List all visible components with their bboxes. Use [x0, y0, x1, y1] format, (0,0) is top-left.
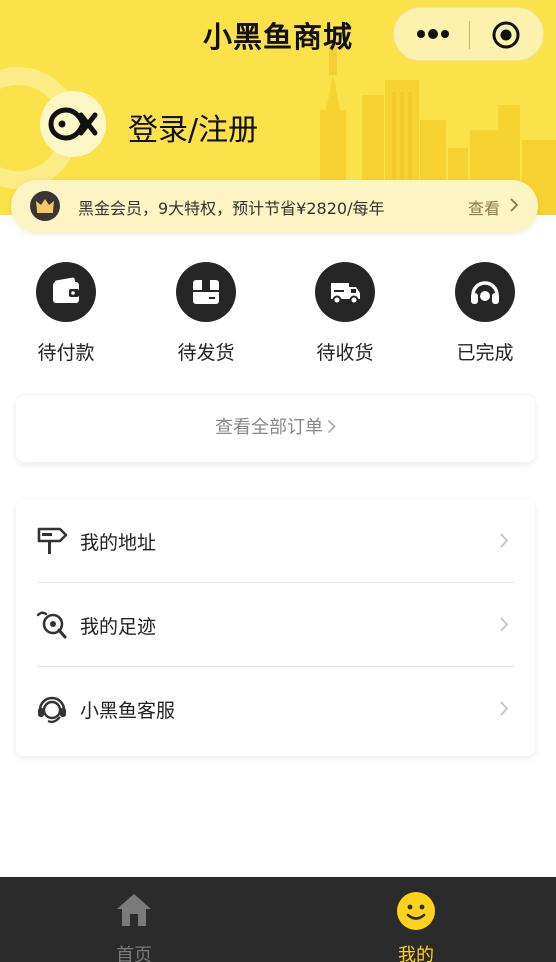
crown-icon [30, 191, 60, 221]
wallet-icon [36, 262, 96, 322]
menu-item-label: 小黑鱼客服 [80, 700, 176, 722]
chevron-right-icon [500, 533, 509, 548]
menu-item-label: 我的地址 [80, 532, 157, 554]
signpost-icon [37, 527, 68, 554]
home-icon [117, 894, 151, 926]
tab-mine[interactable]: 我的 [356, 877, 476, 962]
order-label: 待付款 [37, 342, 95, 364]
chevron-right-icon [500, 617, 509, 632]
fish-logo-icon [48, 107, 98, 141]
bottom-tab-bar: 首页 我的 [0, 877, 556, 962]
delivery-truck-icon [315, 262, 375, 322]
order-pending-shipment[interactable]: 待发货 [161, 262, 251, 365]
menu-item-my-footprints[interactable]: 我的足迹 [16, 583, 535, 667]
capsule-divider [469, 21, 470, 49]
login-register-link[interactable]: 登录/注册 [128, 105, 258, 149]
order-label: 待发货 [177, 342, 235, 364]
tab-home[interactable]: 首页 [74, 877, 194, 962]
order-completed[interactable]: 已完成 [440, 262, 530, 365]
package-icon [176, 262, 236, 322]
more-dots-icon[interactable] [416, 26, 450, 42]
chevron-right-icon [510, 198, 519, 212]
footprint-icon [36, 611, 67, 639]
smiley-icon [397, 892, 435, 930]
avatar[interactable] [40, 91, 106, 157]
chevron-right-icon [500, 701, 509, 716]
support-headset-icon [38, 696, 66, 723]
menu-item-my-address[interactable]: 我的地址 [16, 499, 535, 583]
vip-promo-text: 黑金会员，9大特权，预计节省¥2820/每年 [78, 199, 385, 218]
order-pending-payment[interactable]: 待付款 [21, 262, 111, 365]
order-label: 待收货 [316, 342, 374, 364]
target-circle-icon[interactable] [491, 20, 521, 50]
chevron-right-icon [327, 419, 336, 434]
order-label: 已完成 [456, 342, 514, 364]
order-status-row: 待付款 待发货 待收货 已完成 [0, 262, 556, 372]
menu-item-customer-service[interactable]: 小黑鱼客服 [16, 667, 535, 751]
order-pending-receipt[interactable]: 待收货 [300, 262, 390, 365]
menu-item-label: 我的足迹 [80, 616, 157, 638]
mini-program-capsule[interactable] [393, 7, 544, 61]
view-all-orders-button[interactable]: 查看全部订单 [16, 394, 535, 462]
headset-icon [455, 262, 515, 322]
profile-menu-list: 我的地址 我的足迹 小黑鱼客服 [16, 499, 535, 756]
tab-label: 我的 [398, 945, 434, 962]
vip-membership-banner[interactable]: 黑金会员，9大特权，预计节省¥2820/每年 查看 [11, 180, 538, 232]
vip-view-link[interactable]: 查看 [468, 195, 500, 219]
tab-label: 首页 [116, 945, 152, 962]
view-all-orders-label: 查看全部订单 [215, 417, 323, 438]
